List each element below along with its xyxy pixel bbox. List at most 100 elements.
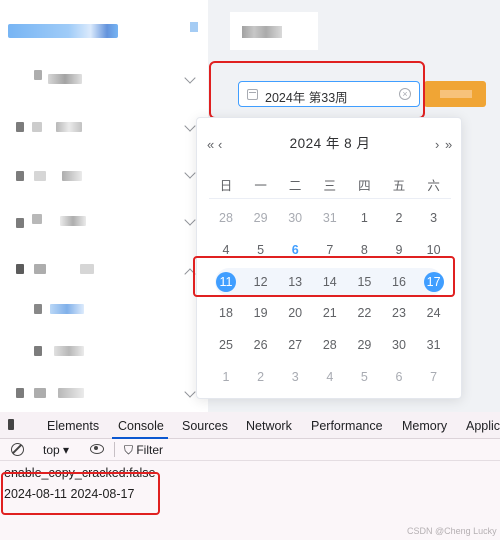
day-number: 7 <box>430 370 438 384</box>
day-cell[interactable]: 27 <box>278 333 312 357</box>
day-cell[interactable]: 7 <box>417 365 451 389</box>
day-number: 8 <box>360 242 368 257</box>
day-number: 28 <box>322 338 337 353</box>
day-number: 27 <box>288 338 303 353</box>
day-cell[interactable]: 23 <box>382 301 416 325</box>
chevron-down-icon <box>184 120 196 132</box>
day-number: 1 <box>360 211 368 225</box>
day-number: 30 <box>392 338 406 353</box>
day-number: 29 <box>253 211 268 225</box>
day-cell[interactable]: 22 <box>347 301 381 325</box>
day-number: 6 <box>291 242 299 257</box>
tab-elements[interactable]: Elements <box>47 419 99 433</box>
day-cell[interactable]: 21 <box>313 301 347 325</box>
day-number: 29 <box>357 338 372 353</box>
clear-console-icon[interactable] <box>11 443 24 456</box>
highlight-box-week <box>193 256 455 297</box>
day-cell[interactable]: 5 <box>347 365 381 389</box>
inspect-icon[interactable] <box>8 419 14 430</box>
day-cell[interactable]: 4 <box>313 365 347 389</box>
day-cell[interactable]: 29 <box>347 333 381 357</box>
logo <box>8 24 118 38</box>
day-number: 2 <box>395 211 403 225</box>
day-number: 3 <box>430 211 438 225</box>
sidebar-item[interactable] <box>0 108 208 148</box>
day-number: 23 <box>392 306 406 321</box>
sidebar-subitem[interactable] <box>0 330 208 370</box>
day-cell[interactable]: 25 <box>209 333 243 357</box>
chevron-down-icon <box>184 167 196 179</box>
day-cell[interactable]: 20 <box>278 301 312 325</box>
context-select[interactable]: top ▾ <box>43 443 69 457</box>
page-tab[interactable] <box>230 12 318 50</box>
day-number: 5 <box>257 242 265 257</box>
day-number: 10 <box>426 242 441 257</box>
sidebar-item[interactable] <box>0 58 208 98</box>
day-cell[interactable]: 2 <box>244 365 278 389</box>
weekday-label: 三 <box>323 179 337 193</box>
header-divider <box>209 198 451 199</box>
day-cell[interactable]: 28 <box>313 333 347 357</box>
weekday-label: 二 <box>288 179 302 193</box>
filter-input[interactable]: ⛉ Filter <box>124 443 163 458</box>
day-number: 4 <box>326 370 334 384</box>
sidebar-item[interactable] <box>0 202 208 242</box>
day-number: 4 <box>222 242 230 257</box>
console-toolbar: top ▾ ⛉ Filter <box>0 439 500 461</box>
header-area <box>208 0 500 50</box>
tab-sources[interactable]: Sources <box>182 419 228 433</box>
chevron-down-icon <box>184 214 196 226</box>
next-month-button[interactable]: › <box>435 137 439 152</box>
day-number: 19 <box>253 306 268 321</box>
day-cell[interactable]: 24 <box>417 301 451 325</box>
weekday-label: 五 <box>392 179 406 193</box>
weekday-label: 六 <box>427 179 440 193</box>
day-number: 1 <box>222 370 230 384</box>
day-cell[interactable]: 3 <box>417 206 451 230</box>
eye-icon[interactable] <box>90 444 104 454</box>
tab-console[interactable]: Console <box>118 419 164 433</box>
day-cell[interactable]: 19 <box>244 301 278 325</box>
day-cell[interactable]: 30 <box>382 333 416 357</box>
picker-title: 2024 年 8 月 <box>289 136 371 151</box>
action-button[interactable] <box>424 81 486 107</box>
chevron-down-icon <box>184 386 196 398</box>
day-cell[interactable]: 30 <box>278 206 312 230</box>
weekday-label: 四 <box>358 179 371 193</box>
tab-network[interactable]: Network <box>246 419 292 433</box>
day-number: 24 <box>426 306 441 321</box>
sidebar-subitem[interactable] <box>0 290 208 330</box>
day-cell[interactable]: 31 <box>417 333 451 357</box>
day-number: 31 <box>322 211 337 225</box>
day-cell[interactable]: 3 <box>278 365 312 389</box>
day-number: 21 <box>322 306 337 321</box>
day-cell[interactable]: 31 <box>313 206 347 230</box>
filter-placeholder: Filter <box>136 443 164 457</box>
toolbar-divider <box>114 442 115 457</box>
devtools-tab-bar: Elements Console Sources Network Perform… <box>0 412 500 439</box>
logo-badge <box>190 22 198 32</box>
weekday-label: 一 <box>254 179 267 193</box>
day-cell[interactable]: 18 <box>209 301 243 325</box>
day-number: 28 <box>219 211 233 225</box>
tab-application[interactable]: Applic <box>466 419 500 433</box>
app-area: 2024年 第33周 × « ‹ 2024 年 8 月 › » 日一二三四五六 … <box>0 0 500 412</box>
day-number: 25 <box>219 338 233 353</box>
day-number: 3 <box>291 370 299 384</box>
sidebar-item-expanded[interactable] <box>0 250 208 290</box>
tab-performance[interactable]: Performance <box>311 419 383 433</box>
day-cell[interactable]: 28 <box>209 206 243 230</box>
day-cell[interactable]: 1 <box>347 206 381 230</box>
day-cell[interactable]: 1 <box>209 365 243 389</box>
day-cell[interactable]: 26 <box>244 333 278 357</box>
tab-memory[interactable]: Memory <box>402 419 447 433</box>
day-cell[interactable]: 29 <box>244 206 278 230</box>
sidebar-item[interactable] <box>0 374 208 412</box>
day-number: 18 <box>219 306 233 321</box>
day-cell[interactable]: 2 <box>382 206 416 230</box>
day-number: 20 <box>288 306 303 321</box>
watermark: CSDN @Cheng Lucky <box>407 526 497 536</box>
sidebar-item[interactable] <box>0 156 208 196</box>
next-year-button[interactable]: » <box>445 137 452 152</box>
day-cell[interactable]: 6 <box>382 365 416 389</box>
